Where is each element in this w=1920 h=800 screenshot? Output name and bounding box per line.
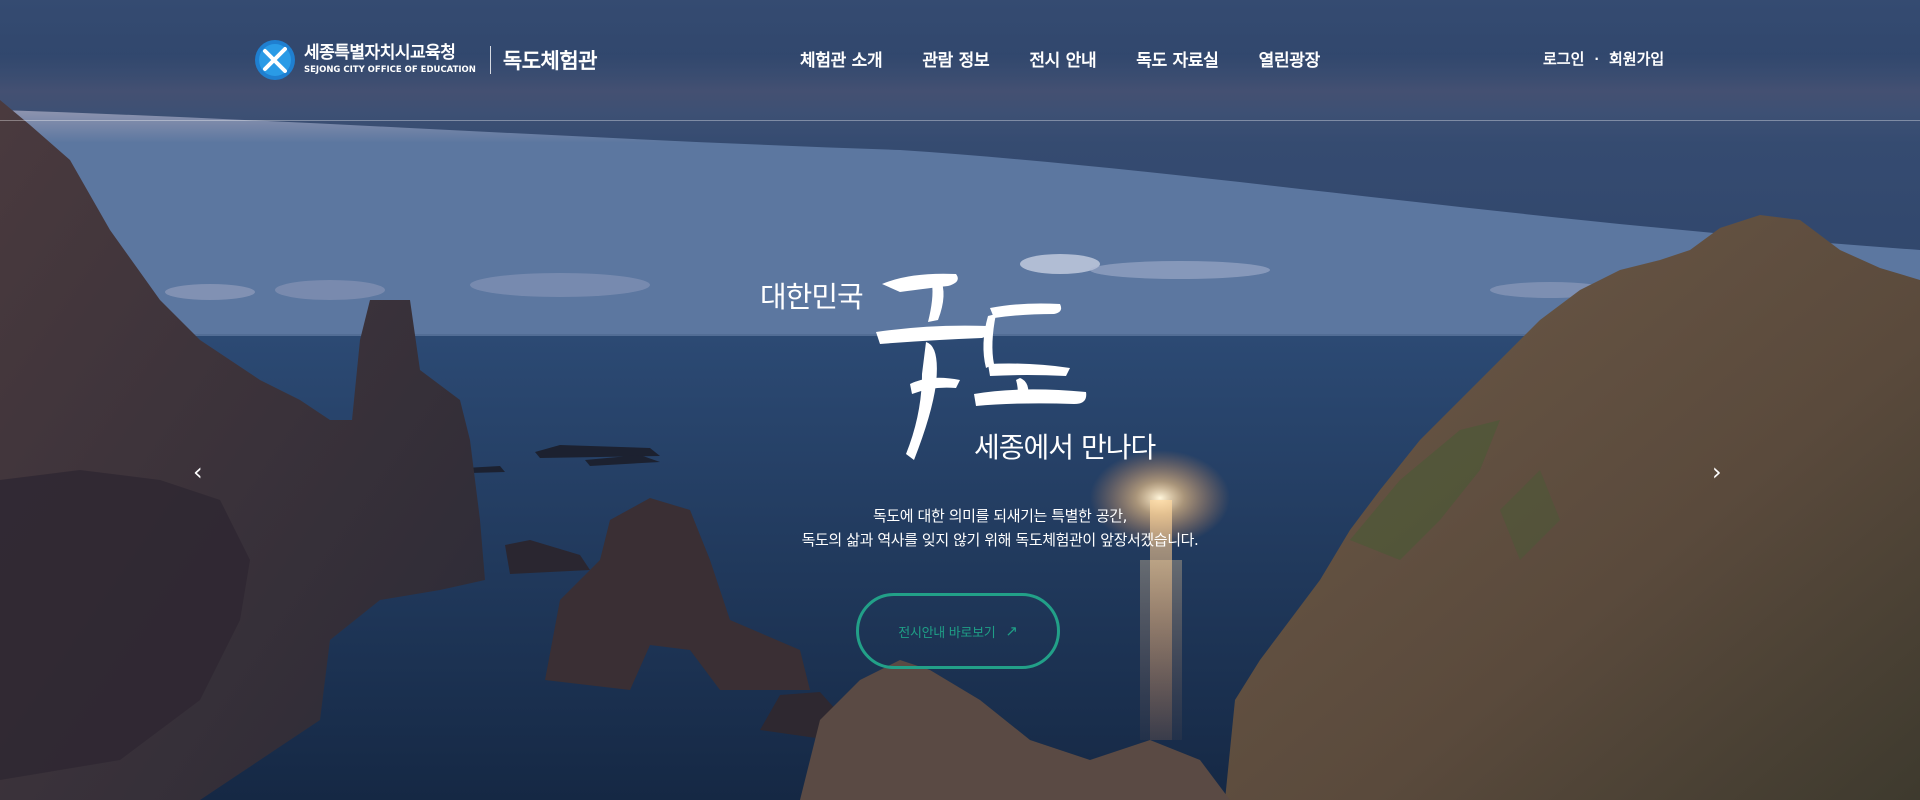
- hero-description-line-1: 독도에 대한 의미를 되새기는 특별한 공간,: [872, 507, 1127, 525]
- main-navigation: 체험관 소개 관람 정보 전시 안내 독도 자료실 열린광장: [800, 46, 1360, 71]
- nav-exhibition[interactable]: 전시 안내: [1029, 46, 1096, 71]
- hero-description-line-2: 독도의 삶과 역사를 잊지 않기 위해 독도체험관이 앞장서겠습니다.: [801, 531, 1199, 549]
- hero-subtitle: 세종에서 만나다: [974, 431, 1156, 464]
- utility-links: 로그인 · 회원가입: [1543, 48, 1664, 69]
- exhibition-guide-button[interactable]: 전시안내 바로보기 ↗: [856, 593, 1060, 669]
- logo-divider: [489, 46, 491, 74]
- logo[interactable]: 세종특별자치시교육청 SEJONG CITY OFFICE OF EDUCATI…: [254, 38, 598, 82]
- sejong-emblem-icon: [255, 40, 295, 80]
- login-link[interactable]: 로그인: [1543, 48, 1584, 69]
- util-separator: ·: [1594, 51, 1599, 66]
- cta-label: 전시안내 바로보기: [898, 625, 996, 641]
- arrow-up-right-icon: ↗: [1005, 622, 1018, 640]
- signup-link[interactable]: 회원가입: [1609, 48, 1664, 69]
- logo-org-name-en: SEJONG CITY OFFICE OF EDUCATION: [304, 65, 476, 76]
- chevron-left-icon[interactable]: ‹: [193, 458, 203, 486]
- nav-about[interactable]: 체험관 소개: [800, 46, 883, 71]
- chevron-right-icon[interactable]: ›: [1712, 458, 1722, 486]
- logo-org-name: 세종특별자치시교육청: [304, 43, 456, 64]
- site-header: 세종특별자치시교육청 SEJONG CITY OFFICE OF EDUCATI…: [0, 0, 1920, 121]
- nav-community[interactable]: 열린광장: [1259, 46, 1321, 71]
- hero-description: 독도에 대한 의미를 되새기는 특별한 공간, 독도의 삶과 역사를 잊지 않기…: [0, 504, 1920, 552]
- site-name: 독도체험관: [502, 49, 598, 73]
- nav-archive[interactable]: 독도 자료실: [1136, 46, 1219, 71]
- nav-visit-info[interactable]: 관람 정보: [922, 46, 989, 71]
- hero-country-label: 대한민국: [760, 280, 864, 314]
